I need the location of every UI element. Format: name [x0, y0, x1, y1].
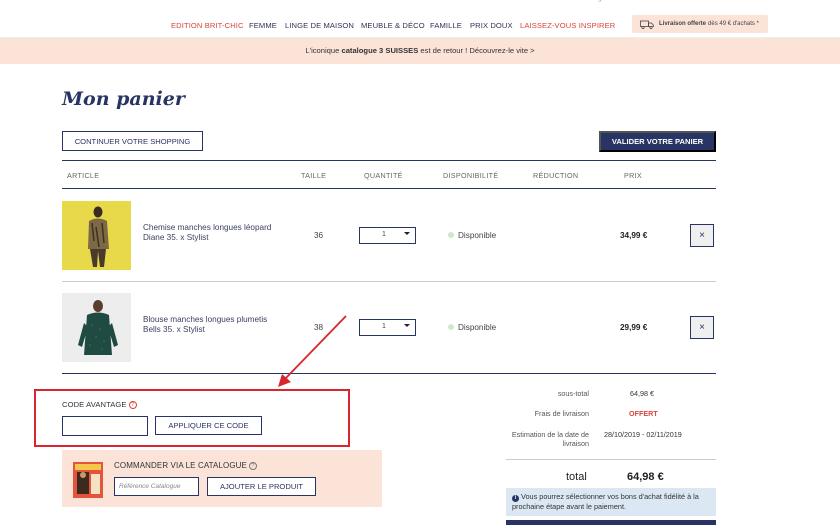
header-article: ARTICLE [67, 171, 100, 180]
product-image[interactable] [62, 201, 131, 270]
promo-prefix: L'iconique [305, 46, 340, 55]
catalog-order-label-text: COMMANDER VIA LE CATALOGUE [114, 461, 247, 470]
nav-edition-brit-chic[interactable]: EDITION BRIT-CHIC [171, 21, 244, 30]
promo-bold: catalogue 3 SUISSES [341, 46, 419, 55]
nav-femme[interactable]: FEMME [249, 21, 277, 30]
nav-meuble-deco[interactable]: MEUBLE & DÉCO [361, 21, 425, 30]
row-divider [62, 281, 716, 282]
loyalty-note-text: Vous pourrez sélectionner vos bons d'ach… [512, 492, 699, 511]
truck-icon [640, 20, 654, 29]
delivery-rest: dès 49 € d'achats * [708, 21, 759, 27]
table-top-divider [62, 160, 716, 161]
table-header-divider [62, 188, 716, 189]
catalog-tip: catalogue [582, 0, 608, 2]
shipping-value: OFFERT [629, 409, 658, 418]
availability-dot-icon [448, 232, 454, 238]
product-size: 36 [314, 231, 324, 240]
availability: Disponible [458, 323, 497, 332]
promo-code-label-text: CODE AVANTAGE [62, 400, 127, 409]
catalog-order-label: COMMANDER VIA LE CATALOGUE? [114, 461, 257, 470]
nav-linge-de-maison[interactable]: LINGE DE MAISON [285, 21, 354, 30]
product-name[interactable]: Blouse manches longues plumetis Bells 35… [143, 315, 283, 335]
table-bottom-divider [62, 373, 716, 374]
close-icon: × [699, 230, 705, 241]
availability: Disponible [458, 231, 497, 240]
promo-code-label: CODE AVANTAGE? [62, 400, 137, 409]
free-delivery-pill[interactable]: Livraison offerte dès 49 € d'achats * [632, 15, 768, 33]
validate-cart-button[interactable]: VALIDER VOTRE PANIER [599, 131, 716, 152]
delivery-bold: Livraison offerte [659, 21, 707, 27]
availability-dot-icon [448, 324, 454, 330]
info-icon: i [512, 495, 519, 502]
info-icon[interactable]: ? [128, 401, 137, 409]
top-navigation: catalogue EDITION BRIT-CHIC FEMME LINGE … [0, 0, 840, 38]
delivery-estimate-value: 28/10/2019 - 02/11/2019 [604, 430, 682, 439]
header-reduction: RÉDUCTION [533, 171, 579, 180]
delivery-estimate-label: Estimation de la date de livraison [511, 430, 589, 448]
arrow-annotation [278, 315, 347, 387]
loyalty-note: i Vous pourrez sélectionner vos bons d'ac… [506, 488, 716, 516]
catalog-thumbnail [73, 462, 103, 498]
subtotal-label: sous-total [557, 389, 589, 398]
remove-item-button[interactable]: × [690, 224, 714, 247]
quantity-select[interactable]: 1 [359, 319, 416, 336]
continue-shopping-button[interactable]: CONTINUER VOTRE SHOPPING [62, 131, 203, 151]
promo-code-input[interactable] [62, 416, 148, 436]
total-divider [506, 459, 716, 460]
add-product-button[interactable]: AJOUTER LE PRODUIT [207, 477, 316, 496]
header-disponibilite: DISPONIBILITÉ [443, 171, 499, 180]
subtotal-value: 64,98 € [630, 389, 654, 398]
total-value: 64,98 € [627, 471, 664, 483]
quantity-value: 1 [382, 231, 386, 238]
quantity-value: 1 [382, 323, 386, 330]
shipping-label: Frais de livraison [534, 409, 589, 418]
chevron-down-icon [404, 232, 410, 235]
header-quantite: QUANTITÉ [364, 171, 403, 180]
catalog-reference-input[interactable]: Référence Catalogue [114, 477, 199, 496]
product-image[interactable] [62, 293, 131, 362]
promo-suffix: est de retour ! Découvrez-le vite > [420, 46, 535, 55]
promo-banner[interactable]: L'iconique catalogue 3 SUISSES est de re… [0, 38, 840, 64]
product-name[interactable]: Chemise manches longues léopard Diane 35… [143, 223, 283, 243]
page-title: Mon panier [62, 88, 185, 110]
nav-prix-doux[interactable]: PRIX DOUX [470, 21, 513, 30]
close-icon: × [699, 322, 705, 333]
total-label: total [566, 471, 587, 483]
product-price: 29,99 € [620, 323, 648, 332]
product-price: 34,99 € [620, 231, 648, 240]
nav-laissez-vous-inspirer[interactable]: LAISSEZ-VOUS INSPIRER [520, 21, 615, 30]
chevron-down-icon [404, 324, 410, 327]
bottom-button-edge[interactable] [506, 520, 716, 525]
remove-item-button[interactable]: × [690, 316, 714, 339]
apply-code-button[interactable]: APPLIQUER CE CODE [155, 416, 262, 435]
quantity-select[interactable]: 1 [359, 227, 416, 244]
nav-famille[interactable]: FAMILLE [430, 21, 462, 30]
header-taille: TAILLE [301, 171, 327, 180]
header-prix: PRIX [624, 171, 642, 180]
info-icon[interactable]: ? [249, 462, 257, 470]
